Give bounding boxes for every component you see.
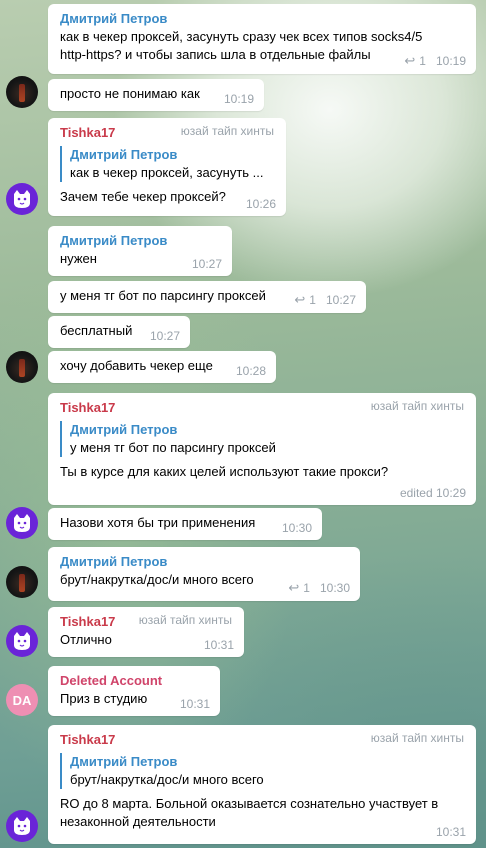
cat-face-icon — [14, 632, 30, 650]
reply-quote[interactable]: Дмитрий Петров у меня тг бот по парсингу… — [60, 421, 466, 457]
message-text: Зачем тебе чекер проксей? — [60, 189, 226, 204]
message-text: как в чекер проксей, засунуть сразу чек … — [60, 29, 423, 44]
message-bubble[interactable]: Deleted Account Приз в студию 10:31 — [48, 666, 220, 716]
author-name[interactable]: Deleted Account — [60, 672, 210, 690]
message-bubble[interactable]: Tishka17 юзай тайп хинты Дмитрий Петров … — [48, 118, 286, 216]
message-bubble[interactable]: хочу добавить чекер еще 10:28 — [48, 351, 276, 383]
admin-title: юзай тайп хинты — [370, 399, 464, 413]
timestamp: edited 10:29 — [399, 486, 466, 500]
avatar[interactable] — [6, 566, 38, 598]
message-meta: ↩ 1 10:27 — [294, 292, 356, 308]
message-meta: 10:31 — [180, 697, 210, 711]
message-text: Назови хотя бы три применения — [60, 515, 256, 530]
message-bubble[interactable]: бесплатный 10:27 — [48, 316, 190, 348]
message-bubble[interactable]: Tishka17 юзай тайп хинты Отлично 10:31 — [48, 607, 244, 657]
message-text: незаконной деятельности — [60, 814, 216, 829]
reply-arrow-icon[interactable]: ↩ — [288, 580, 299, 596]
message-meta: 10:26 — [246, 197, 276, 211]
quote-text: у меня тг бот по парсингу проксей — [70, 440, 276, 455]
avatar[interactable] — [6, 351, 38, 383]
message-meta: 10:19 — [224, 92, 254, 106]
message-meta: edited 10:29 — [400, 486, 466, 500]
author-name[interactable]: Дмитрий Петров — [60, 10, 466, 28]
message-bubble[interactable]: просто не понимаю как 10:19 — [48, 79, 264, 111]
message-meta: 10:31 — [204, 638, 234, 652]
cat-face-icon — [14, 514, 30, 532]
cat-face-icon — [14, 190, 30, 208]
message-bubble[interactable]: Дмитрий Петров как в чекер проксей, засу… — [48, 4, 476, 74]
avatar[interactable] — [6, 507, 38, 539]
timestamp: 10:27 — [191, 257, 222, 271]
message-bubble[interactable]: Назови хотя бы три применения 10:30 — [48, 508, 322, 540]
avatar[interactable] — [6, 183, 38, 215]
reply-arrow-icon[interactable]: ↩ — [294, 292, 305, 308]
reply-count[interactable]: 1 — [309, 293, 316, 307]
timestamp: 10:26 — [245, 197, 276, 211]
reply-arrow-icon[interactable]: ↩ — [404, 53, 415, 69]
message-meta: ↩ 1 10:30 — [288, 580, 350, 596]
message-meta: 10:28 — [236, 364, 266, 378]
message-text: Ты в курсе для каких целей используют та… — [60, 464, 389, 479]
avatar[interactable] — [6, 625, 38, 657]
timestamp: 10:19 — [435, 54, 466, 68]
message-bubble[interactable]: Дмитрий Петров нужен 10:27 — [48, 226, 232, 276]
admin-title: юзай тайп хинты — [370, 731, 464, 745]
timestamp: 10:30 — [319, 581, 350, 595]
avatar[interactable]: DA — [6, 684, 38, 716]
message-bubble[interactable]: Tishka17 юзай тайп хинты Дмитрий Петров … — [48, 393, 476, 505]
message-meta: 10:31 — [436, 825, 466, 839]
reply-quote[interactable]: Дмитрий Петров брут/накрутка/дос/и много… — [60, 753, 466, 789]
message-meta: 10:27 — [192, 257, 222, 271]
timestamp: 10:31 — [179, 697, 210, 711]
reply-count[interactable]: 1 — [419, 54, 426, 68]
quote-text: как в чекер проксей, засунуть ... — [70, 165, 264, 180]
author-name[interactable]: Дмитрий Петров — [60, 232, 222, 250]
quote-author: Дмитрий Петров — [70, 147, 178, 162]
message-meta: 10:27 — [150, 329, 180, 343]
reply-quote[interactable]: Дмитрий Петров как в чекер проксей, засу… — [60, 146, 276, 182]
timestamp: 10:27 — [325, 293, 356, 307]
timestamp: 10:19 — [223, 92, 254, 106]
timestamp: 10:27 — [149, 329, 180, 343]
admin-title: юзай тайп хинты — [138, 613, 232, 627]
message-meta: 10:30 — [282, 521, 312, 535]
timestamp: 10:28 — [235, 364, 266, 378]
quote-author: Дмитрий Петров — [70, 754, 178, 769]
message-bubble[interactable]: Tishka17 юзай тайп хинты Дмитрий Петров … — [48, 725, 476, 844]
message-text: RO до 8 марта. Больной оказывается созна… — [60, 796, 439, 811]
message-bubble[interactable]: Дмитрий Петров брут/накрутка/дос/и много… — [48, 547, 360, 601]
reply-count[interactable]: 1 — [303, 581, 310, 595]
quote-author: Дмитрий Петров — [70, 422, 178, 437]
avatar[interactable] — [6, 810, 38, 842]
message-meta: ↩ 1 10:19 — [404, 53, 466, 69]
cat-face-icon — [14, 817, 30, 835]
timestamp: 10:30 — [281, 521, 312, 535]
admin-title: юзай тайп хинты — [180, 124, 274, 138]
avatar[interactable] — [6, 76, 38, 108]
quote-text: брут/накрутка/дос/и много всего — [70, 772, 264, 787]
timestamp: 10:31 — [203, 638, 234, 652]
timestamp: 10:31 — [435, 825, 466, 839]
message-bubble[interactable]: у меня тг бот по парсингу проксей ↩ 1 10… — [48, 281, 366, 313]
author-name[interactable]: Дмитрий Петров — [60, 553, 350, 571]
